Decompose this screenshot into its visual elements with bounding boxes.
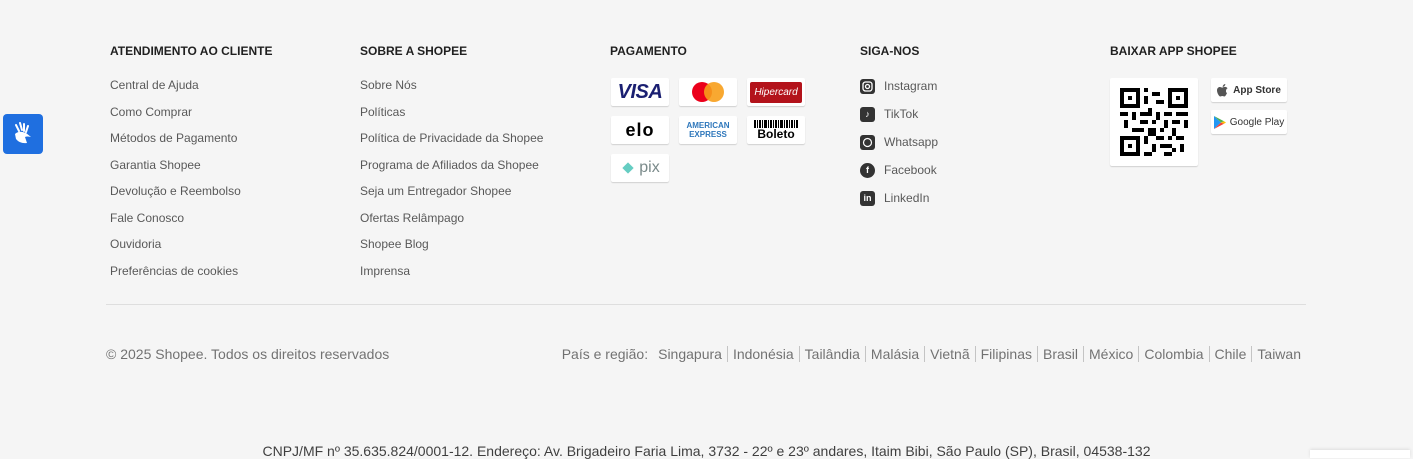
- social-linkedin[interactable]: in LinkedIn: [860, 190, 938, 206]
- country-singapura[interactable]: Singapura: [653, 346, 728, 362]
- visa-logo: VISA: [611, 78, 669, 106]
- whatsapp-icon: [860, 134, 875, 150]
- legal-text: CNPJ/MF nº 35.635.824/0001-12. Endereço:…: [262, 443, 1151, 459]
- link-metodos-pagamento[interactable]: Métodos de Pagamento: [110, 131, 237, 145]
- link-ouvidoria[interactable]: Ouvidoria: [110, 237, 161, 251]
- link-politicas[interactable]: Políticas: [360, 105, 405, 119]
- link-central-de-ajuda[interactable]: Central de Ajuda: [110, 78, 199, 92]
- country-chile[interactable]: Chile: [1210, 346, 1253, 362]
- link-politica-privacidade[interactable]: Política de Privacidade da Shopee: [360, 131, 543, 145]
- follow-title: SIGA-NOS: [860, 44, 920, 58]
- payment-methods: VISA Hipercard elo AMERICAN EXPRESS Bole…: [610, 78, 810, 188]
- mastercard-icon: [692, 82, 724, 102]
- elo-logo: elo: [611, 116, 669, 144]
- tiktok-icon: ♪: [860, 106, 875, 122]
- sign-language-icon: [15, 122, 31, 144]
- country-vietna[interactable]: Vietnã: [925, 346, 976, 362]
- boleto-logo: Boleto: [747, 116, 805, 144]
- accessibility-button[interactable]: [3, 114, 43, 154]
- link-garantia-shopee[interactable]: Garantia Shopee: [110, 158, 201, 172]
- country-mexico[interactable]: México: [1084, 346, 1140, 362]
- link-ofertas-relampago[interactable]: Ofertas Relâmpago: [360, 211, 464, 225]
- social-instagram[interactable]: Instagram: [860, 78, 938, 94]
- link-entregador[interactable]: Seja um Entregador Shopee: [360, 184, 511, 198]
- link-preferencias-cookies[interactable]: Preferências de cookies: [110, 264, 238, 278]
- apple-icon: [1217, 83, 1228, 96]
- pix-logo: pix: [611, 154, 669, 182]
- app-store-button[interactable]: App Store: [1211, 78, 1287, 102]
- google-play-button[interactable]: Google Play: [1211, 110, 1287, 134]
- country-taiwan[interactable]: Taiwan: [1252, 346, 1301, 362]
- country-selector: País e região: Singapura Indonésia Tailâ…: [562, 346, 1301, 362]
- qr-code-image: [1120, 88, 1188, 156]
- customer-service-title: ATENDIMENTO AO CLIENTE: [110, 44, 273, 58]
- app-title: BAIXAR APP SHOPEE: [1110, 44, 1237, 58]
- country-filipinas[interactable]: Filipinas: [976, 346, 1038, 362]
- link-fale-conosco[interactable]: Fale Conosco: [110, 211, 184, 225]
- social-tiktok[interactable]: ♪ TikTok: [860, 106, 938, 122]
- link-imprensa[interactable]: Imprensa: [360, 264, 410, 278]
- corner-widget: [1310, 450, 1410, 458]
- link-programa-afiliados[interactable]: Programa de Afiliados da Shopee: [360, 158, 539, 172]
- pix-icon: [622, 162, 634, 174]
- country-label: País e região:: [561, 346, 649, 362]
- link-devolucao-reembolso[interactable]: Devolução e Reembolso: [110, 184, 241, 198]
- country-tailandia[interactable]: Tailândia: [800, 346, 866, 362]
- copyright-text: © 2025 Shopee. Todos os direitos reserva…: [106, 346, 390, 362]
- social-facebook[interactable]: f Facebook: [860, 162, 938, 178]
- qr-code: [1110, 78, 1198, 166]
- country-colombia[interactable]: Colombia: [1139, 346, 1210, 362]
- linkedin-icon: in: [860, 190, 875, 206]
- link-sobre-nos[interactable]: Sobre Nós: [360, 78, 417, 92]
- link-como-comprar[interactable]: Como Comprar: [110, 105, 192, 119]
- country-brasil[interactable]: Brasil: [1038, 346, 1084, 362]
- instagram-icon: [860, 78, 875, 94]
- social-whatsapp[interactable]: Whatsapp: [860, 134, 938, 150]
- mastercard-logo: [679, 78, 737, 106]
- facebook-icon: f: [860, 162, 875, 178]
- payment-title: PAGAMENTO: [610, 44, 687, 58]
- hipercard-logo: Hipercard: [747, 78, 805, 106]
- payment-column: PAGAMENTO VISA Hipercard elo AMERICAN EX…: [610, 44, 810, 188]
- country-indonesia[interactable]: Indonésia: [728, 346, 800, 362]
- footer-divider: [106, 304, 1306, 305]
- about-column: SOBRE A SHOPEE Sobre Nós Políticas Polít…: [360, 44, 543, 290]
- amex-logo: AMERICAN EXPRESS: [679, 116, 737, 144]
- follow-column: SIGA-NOS Instagram ♪ TikTok Whatsapp f F…: [860, 44, 938, 218]
- app-column: BAIXAR APP SHOPEE App Store Google Play: [1110, 44, 1310, 184]
- country-malasia[interactable]: Malásia: [866, 346, 926, 362]
- link-shopee-blog[interactable]: Shopee Blog: [360, 237, 429, 251]
- google-play-icon: [1213, 115, 1226, 129]
- customer-service-column: ATENDIMENTO AO CLIENTE Central de Ajuda …: [110, 44, 272, 290]
- about-title: SOBRE A SHOPEE: [360, 44, 468, 58]
